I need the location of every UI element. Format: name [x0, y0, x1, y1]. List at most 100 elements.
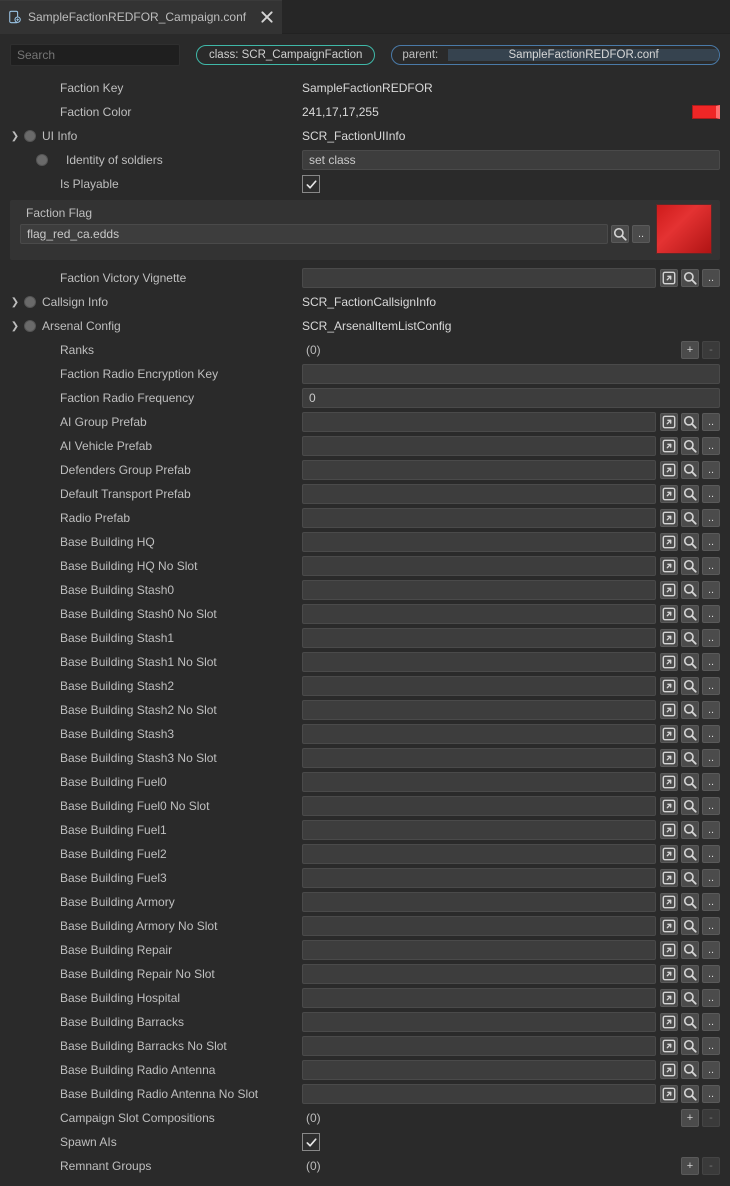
- more-asset-button[interactable]: ..: [702, 869, 720, 887]
- color-swatch[interactable]: [692, 105, 720, 119]
- search-asset-button[interactable]: [681, 773, 699, 791]
- more-asset-button[interactable]: ..: [702, 677, 720, 695]
- search-asset-button[interactable]: [681, 869, 699, 887]
- prop-input-base-building-stash2-no-slot[interactable]: [302, 700, 656, 720]
- prop-input-defenders-group-prefab[interactable]: [302, 460, 656, 480]
- more-asset-button[interactable]: ..: [702, 845, 720, 863]
- more-asset-button[interactable]: ..: [702, 1013, 720, 1031]
- prop-input-base-building-armory[interactable]: [302, 892, 656, 912]
- prop-input-base-building-barracks-no-slot[interactable]: [302, 1036, 656, 1056]
- search-asset-button[interactable]: [681, 677, 699, 695]
- more-asset-button[interactable]: ..: [702, 1061, 720, 1079]
- more-asset-button[interactable]: ..: [702, 797, 720, 815]
- more-asset-button[interactable]: ..: [702, 461, 720, 479]
- open-asset-button[interactable]: [660, 1085, 678, 1103]
- open-asset-button[interactable]: [660, 581, 678, 599]
- file-tab[interactable]: SampleFactionREDFOR_Campaign.conf: [0, 0, 282, 34]
- search-asset-button[interactable]: [681, 989, 699, 1007]
- more-asset-button[interactable]: ..: [702, 749, 720, 767]
- search-asset-button[interactable]: [681, 821, 699, 839]
- open-asset-button[interactable]: [660, 821, 678, 839]
- expand-chevron-icon[interactable]: ❯: [10, 131, 20, 142]
- open-asset-button[interactable]: [660, 725, 678, 743]
- open-asset-button[interactable]: [660, 941, 678, 959]
- array-add-button[interactable]: +: [681, 1109, 699, 1127]
- prop-input-base-building-hospital[interactable]: [302, 988, 656, 1008]
- open-asset-button[interactable]: [660, 701, 678, 719]
- open-asset-button[interactable]: [660, 749, 678, 767]
- open-asset-button[interactable]: [660, 797, 678, 815]
- search-asset-button[interactable]: [681, 845, 699, 863]
- search-asset-button[interactable]: [681, 509, 699, 527]
- open-asset-button[interactable]: [660, 629, 678, 647]
- array-add-button[interactable]: +: [681, 1157, 699, 1175]
- open-asset-button[interactable]: [660, 1061, 678, 1079]
- prop-input-base-building-stash3[interactable]: [302, 724, 656, 744]
- prop-input-ai-vehicle-prefab[interactable]: [302, 436, 656, 456]
- open-asset-button[interactable]: [660, 965, 678, 983]
- search-asset-button[interactable]: [681, 413, 699, 431]
- more-asset-button[interactable]: ..: [702, 821, 720, 839]
- search-asset-button[interactable]: [681, 629, 699, 647]
- search-asset-button[interactable]: [681, 605, 699, 623]
- expand-chevron-icon[interactable]: ❯: [10, 297, 20, 308]
- search-asset-button[interactable]: [681, 725, 699, 743]
- prop-input-base-building-stash0[interactable]: [302, 580, 656, 600]
- prop-input-base-building-hq-no-slot[interactable]: [302, 556, 656, 576]
- more-asset-button[interactable]: ..: [702, 893, 720, 911]
- more-asset-button[interactable]: ..: [702, 725, 720, 743]
- parent-pill[interactable]: parent: SampleFactionREDFOR.conf: [391, 45, 720, 65]
- more-asset-button[interactable]: ..: [702, 1085, 720, 1103]
- search-asset-button[interactable]: [681, 917, 699, 935]
- array-remove-button[interactable]: -: [702, 1109, 720, 1127]
- more-asset-button[interactable]: ..: [702, 269, 720, 287]
- close-tab-button[interactable]: [260, 10, 274, 24]
- open-asset-button[interactable]: [660, 533, 678, 551]
- search-asset-button[interactable]: [681, 437, 699, 455]
- open-asset-button[interactable]: [660, 845, 678, 863]
- open-asset-button[interactable]: [660, 605, 678, 623]
- search-asset-button[interactable]: [681, 893, 699, 911]
- more-asset-button[interactable]: ..: [702, 581, 720, 599]
- open-asset-button[interactable]: [660, 485, 678, 503]
- more-asset-button[interactable]: ..: [702, 653, 720, 671]
- open-asset-button[interactable]: [660, 461, 678, 479]
- open-asset-button[interactable]: [660, 509, 678, 527]
- open-asset-button[interactable]: [660, 1037, 678, 1055]
- prop-input-base-building-fuel0-no-slot[interactable]: [302, 796, 656, 816]
- open-asset-button[interactable]: [660, 1013, 678, 1031]
- prop-input-base-building-barracks[interactable]: [302, 1012, 656, 1032]
- prop-input-base-building-stash2[interactable]: [302, 676, 656, 696]
- prop-input-base-building-stash0-no-slot[interactable]: [302, 604, 656, 624]
- prop-input-faction-radio-frequency[interactable]: [302, 388, 720, 408]
- open-asset-button[interactable]: [660, 989, 678, 1007]
- faction-flag-input[interactable]: [20, 224, 608, 244]
- prop-input-default-transport-prefab[interactable]: [302, 484, 656, 504]
- search-asset-button[interactable]: [681, 557, 699, 575]
- more-asset-button[interactable]: ..: [702, 605, 720, 623]
- search-asset-button[interactable]: [681, 461, 699, 479]
- more-asset-button[interactable]: ..: [702, 413, 720, 431]
- prop-input-base-building-repair-no-slot[interactable]: [302, 964, 656, 984]
- prop-input-base-building-armory-no-slot[interactable]: [302, 916, 656, 936]
- prop-input-base-building-fuel1[interactable]: [302, 820, 656, 840]
- more-asset-button[interactable]: ..: [702, 701, 720, 719]
- search-asset-button[interactable]: [681, 485, 699, 503]
- prop-input-base-building-fuel3[interactable]: [302, 868, 656, 888]
- search-asset-button[interactable]: [681, 797, 699, 815]
- search-asset-button[interactable]: [681, 965, 699, 983]
- search-asset-button[interactable]: [681, 701, 699, 719]
- more-asset-button[interactable]: ..: [702, 965, 720, 983]
- open-asset-button[interactable]: [660, 893, 678, 911]
- prop-input-ai-group-prefab[interactable]: [302, 412, 656, 432]
- more-asset-button[interactable]: ..: [702, 509, 720, 527]
- search-input[interactable]: [10, 44, 180, 66]
- open-asset-button[interactable]: [660, 653, 678, 671]
- search-asset-button[interactable]: [681, 941, 699, 959]
- prop-input-faction-victory-vignette[interactable]: [302, 268, 656, 288]
- search-asset-button[interactable]: [681, 1037, 699, 1055]
- search-asset-button[interactable]: [681, 533, 699, 551]
- prop-input-base-building-fuel2[interactable]: [302, 844, 656, 864]
- open-asset-button[interactable]: [660, 269, 678, 287]
- open-asset-button[interactable]: [660, 917, 678, 935]
